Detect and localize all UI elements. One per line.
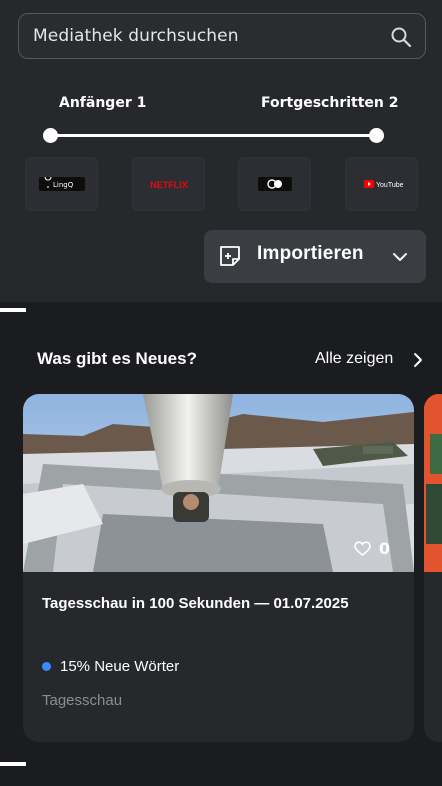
search-placeholder: Mediathek durchsuchen [33,26,239,46]
import-button-label: Importieren [257,243,364,264]
source-lingq[interactable]: LingQ [25,157,98,211]
svg-text:YouTube: YouTube [376,182,403,189]
news-card[interactable]: 0 Tagesschau in 100 Sekunden — 01.07.202… [23,394,414,742]
podcast-logo [257,177,292,191]
lingq-logo: LingQ [38,177,85,191]
level-max-label: Fortgeschritten 2 [261,95,399,111]
youtube-logo: YouTube [363,180,403,189]
level-slider-track[interactable] [50,134,376,137]
level-slider-min-handle[interactable] [43,128,58,143]
svg-text:LingQ: LingQ [53,181,74,189]
new-words-label: 15% Neue Wörter [60,658,180,675]
video-thumbnail [424,394,442,572]
card-channel: Tagesschau [42,692,123,709]
level-min-label: Anfänger 1 [59,95,147,111]
card-title[interactable]: Tagesschau in 100 Sekunden — 01.07.2025 [42,595,349,612]
chevron-right-icon[interactable] [410,352,426,368]
see-all-link[interactable]: Alle zeigen [315,350,393,368]
news-card-next[interactable] [424,394,442,742]
heart-icon[interactable] [354,540,371,557]
netflix-logo: NETFLIX [150,180,188,190]
search-input[interactable]: Mediathek durchsuchen [18,13,426,59]
section-title: Was gibt es Neues? [37,349,197,368]
source-youtube[interactable]: YouTube [345,157,418,211]
add-note-icon [218,244,242,268]
source-podcast[interactable] [238,157,311,211]
new-words-stat: 15% Neue Wörter [42,658,179,675]
svg-text:NETFLIX: NETFLIX [150,180,188,190]
like-counter[interactable]: 0 [354,539,390,558]
search-icon[interactable] [389,25,413,49]
status-dot [42,662,51,671]
import-button[interactable]: Importieren [204,230,426,283]
section-divider [0,308,26,312]
chevron-down-icon[interactable] [390,247,410,267]
section-divider [0,762,26,766]
like-count: 0 [378,539,390,558]
level-slider-max-handle[interactable] [369,128,384,143]
source-netflix[interactable]: NETFLIX [132,157,205,211]
